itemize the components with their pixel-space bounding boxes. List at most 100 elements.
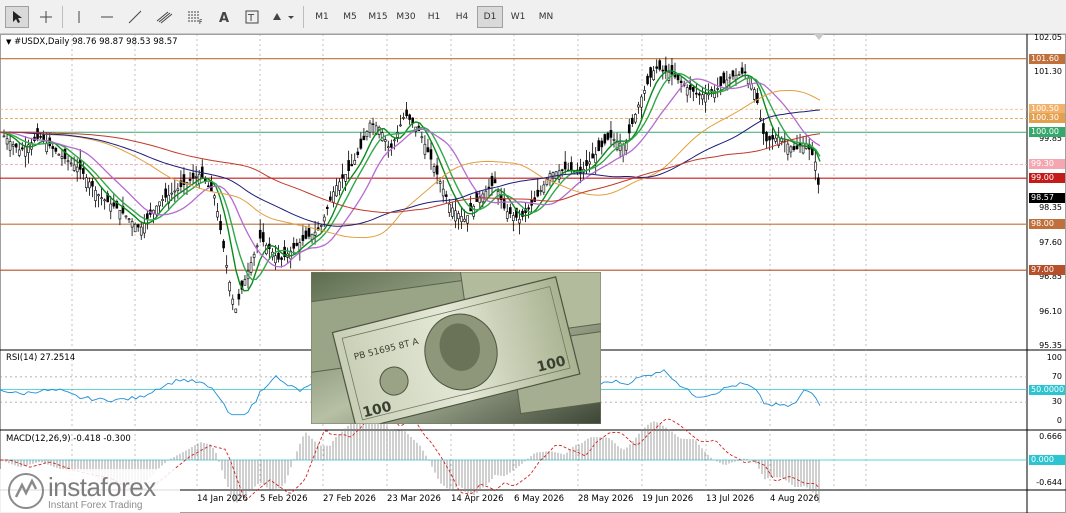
trendline-button[interactable]: [124, 6, 146, 28]
timeframe-m15-button[interactable]: M15: [365, 6, 391, 28]
rsi-scale-label: 30: [1051, 397, 1062, 407]
candle-body: [679, 80, 683, 83]
candle-body: [539, 190, 543, 192]
candle-body: [255, 245, 259, 248]
candle-body: [66, 160, 70, 163]
fibonacci-button[interactable]: F: [182, 6, 208, 28]
candle-body: [719, 76, 723, 86]
date-axis-label: 27 Feb 2026: [323, 494, 376, 504]
candle-body: [347, 160, 350, 171]
candle-body: [606, 132, 610, 140]
candle-body: [609, 129, 613, 138]
candle-body: [716, 88, 720, 90]
text-icon: A: [219, 11, 229, 24]
candle-body: [740, 67, 744, 74]
candle-body: [457, 213, 460, 220]
candle-body: [588, 161, 591, 165]
dollar-bills-image: PB 51695 8T A 100 100: [311, 272, 601, 424]
macd-scale-label: 0.666: [1039, 432, 1062, 441]
candle-body: [438, 181, 442, 184]
candle-body: [295, 242, 299, 246]
horizontal-line-button[interactable]: [96, 6, 118, 28]
timeframe-h4-button[interactable]: H4: [449, 6, 475, 28]
timeframe-d1-button[interactable]: D1: [477, 6, 503, 28]
candle-body: [14, 143, 18, 148]
candle-body: [222, 240, 225, 249]
level-price-label: 99.30: [1029, 159, 1065, 170]
candle-body: [813, 161, 817, 171]
candle-body: [329, 196, 332, 201]
candle-body: [569, 162, 573, 172]
candle-body: [51, 146, 55, 149]
price-scale-label: 95.35: [1039, 341, 1062, 350]
candle-body: [594, 154, 598, 164]
candle-body: [759, 117, 762, 120]
candle-body: [75, 166, 79, 173]
ma-line-fast: [0, 70, 821, 292]
candle-body: [722, 72, 726, 84]
candle-body: [688, 84, 692, 90]
chart-menu-icon[interactable]: ▼: [6, 38, 11, 46]
candle-body: [88, 181, 91, 189]
crosshair-tool-button[interactable]: [34, 6, 58, 28]
candle-body: [155, 205, 158, 215]
candle-body: [54, 147, 58, 152]
candle-body: [444, 194, 448, 197]
candle-body: [518, 218, 521, 224]
fibonacci-icon: F: [188, 11, 203, 24]
timeframe-m30-button[interactable]: M30: [393, 6, 419, 28]
candle-body: [365, 131, 369, 138]
text-tool-button[interactable]: A: [212, 6, 236, 28]
candle-body: [143, 222, 146, 234]
candle-body: [344, 174, 347, 182]
channel-button[interactable]: [152, 6, 178, 28]
candle-body: [771, 135, 774, 140]
trendline-icon: [128, 10, 142, 24]
candle-body: [164, 188, 167, 198]
candle-body: [762, 123, 765, 134]
candle-body: [429, 149, 433, 160]
timeframe-h1-button[interactable]: H1: [421, 6, 447, 28]
timeframe-m1-button[interactable]: M1: [309, 6, 335, 28]
date-axis-label: 4 Aug 2026: [770, 494, 820, 504]
candle-body: [161, 199, 164, 201]
candle-body: [701, 94, 704, 100]
timeframe-m5-button[interactable]: M5: [337, 6, 363, 28]
cursor-tool-button[interactable]: [5, 6, 29, 28]
candle-body: [423, 143, 427, 155]
toolbar: F A T M1 M5 M15 M30 H1 H4 D1 W1 MN: [0, 0, 1066, 34]
candle-body: [146, 213, 149, 219]
candle-body: [325, 206, 329, 209]
candle-body: [612, 138, 616, 141]
level-price-label: 101.60: [1029, 53, 1065, 64]
candle-body: [307, 228, 311, 237]
macd-header: MACD(12,26,9) -0.418 -0.300: [6, 434, 131, 444]
candle-body: [752, 89, 756, 100]
vertical-line-button[interactable]: [68, 6, 90, 28]
candle-body: [228, 281, 231, 292]
candle-body: [85, 177, 88, 188]
vertical-line-icon: [78, 11, 80, 23]
candle-body: [728, 76, 732, 79]
timeframe-w1-button[interactable]: W1: [505, 6, 531, 28]
candle-body: [554, 171, 558, 179]
candle-body: [426, 147, 430, 153]
candle-body: [258, 229, 262, 239]
candle-body: [655, 66, 659, 69]
macd-scale-label: -0.644: [1036, 478, 1062, 487]
date-axis-label: 28 May 2026: [578, 494, 634, 504]
candle-body: [136, 224, 140, 228]
candle-body: [390, 143, 393, 148]
chart-shift-marker: [814, 34, 824, 40]
candle-body: [560, 169, 564, 171]
candle-body: [765, 132, 768, 142]
candle-body: [441, 188, 445, 197]
candle-body: [676, 74, 680, 81]
timeframe-mn-button[interactable]: MN: [533, 6, 559, 28]
candle-body: [249, 262, 253, 273]
text-label-button[interactable]: T: [240, 6, 264, 28]
arrows-icon: [273, 13, 294, 20]
candle-body: [20, 147, 24, 150]
arrows-dropdown-button[interactable]: [268, 6, 298, 28]
candle-body: [139, 226, 143, 236]
